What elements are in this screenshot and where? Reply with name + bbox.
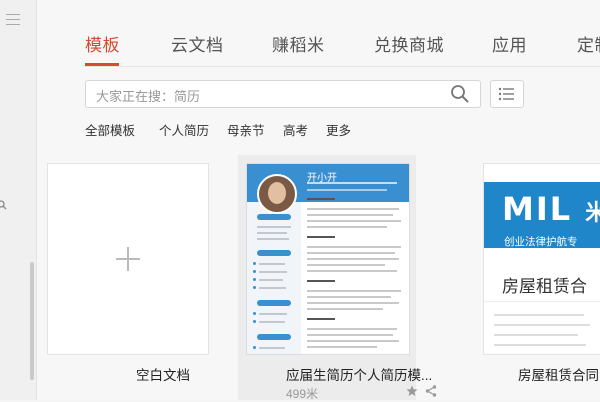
- blank-document-card[interactable]: [47, 163, 209, 355]
- filter-mothers-day[interactable]: 母亲节: [227, 120, 265, 139]
- resume-sidebar: [247, 202, 301, 354]
- filter-resume[interactable]: 个人简历: [159, 120, 209, 139]
- lease-preview-title: 房屋租赁合: [502, 277, 587, 296]
- list-view-icon: [498, 87, 514, 101]
- list-view-button[interactable]: [490, 80, 524, 108]
- left-rail: [0, 0, 37, 400]
- rail-scrollbar[interactable]: [30, 262, 34, 380]
- filter-more[interactable]: 更多: [326, 120, 351, 139]
- milan-subtitle: 创业法律护航专: [504, 236, 578, 248]
- resume-template-thumbnail[interactable]: 开小开: [246, 163, 410, 355]
- tab-cloud-docs[interactable]: 云文档: [171, 31, 224, 56]
- blank-document-label: 空白文档: [136, 368, 190, 383]
- search-input[interactable]: 大家正在搜：简历: [85, 80, 481, 108]
- tab-divider: [85, 66, 600, 67]
- tab-apps[interactable]: 应用: [492, 31, 527, 56]
- tab-exchange-mall[interactable]: 兑换商城: [374, 31, 444, 56]
- lease-contract-label: 房屋租赁合同: [518, 368, 599, 383]
- milan-logo-text: MIL 米: [502, 190, 600, 228]
- tab-bar: 模板 云文档 赚稻米 兑换商城 应用 定制: [37, 0, 600, 67]
- resume-template-price: 499米: [286, 387, 319, 401]
- plus-icon-vertical: [127, 247, 129, 271]
- search-placeholder: 大家正在搜：简历: [96, 89, 201, 104]
- tab-earn-rice[interactable]: 赚稻米: [272, 31, 325, 56]
- star-icon[interactable]: [406, 385, 418, 397]
- filter-all-templates[interactable]: 全部模板: [85, 120, 135, 139]
- milan-banner: MIL 米 创业法律护航专: [484, 182, 600, 248]
- filter-gaokao[interactable]: 高考: [283, 120, 308, 139]
- tab-templates[interactable]: 模板: [85, 31, 120, 56]
- search-icon[interactable]: [450, 84, 470, 104]
- menu-icon[interactable]: [6, 14, 20, 29]
- rail-search-icon[interactable]: [0, 200, 7, 210]
- lease-contract-thumbnail[interactable]: MIL 米 创业法律护航专 房屋租赁合: [483, 163, 600, 355]
- tab-custom[interactable]: 定制: [577, 31, 600, 56]
- resume-photo: [257, 174, 297, 214]
- resume-template-label: 应届生简历个人简历模...: [286, 368, 433, 383]
- share-icon[interactable]: [425, 385, 437, 397]
